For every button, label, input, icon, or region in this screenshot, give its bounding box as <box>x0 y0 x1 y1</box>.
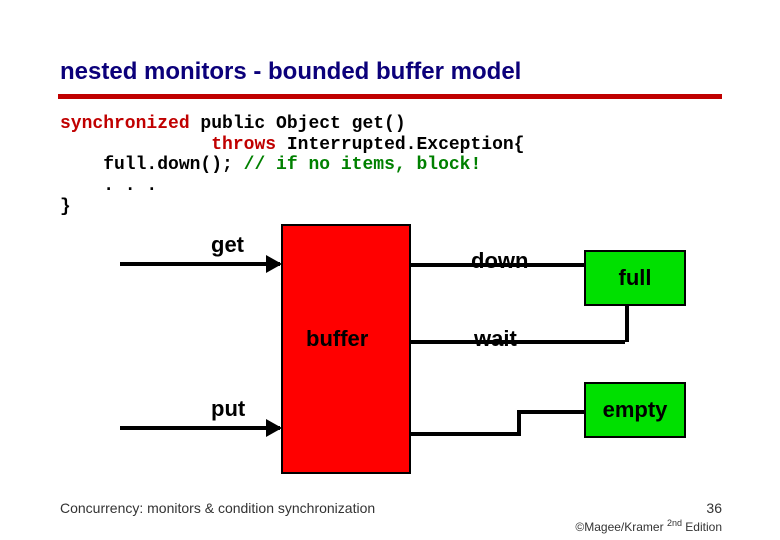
credit-edition: 2nd <box>667 518 682 528</box>
label-get: get <box>211 232 244 258</box>
code-text: Interrupted.Exception{ <box>276 135 524 155</box>
footer-topic: Concurrency: monitors & condition synchr… <box>60 500 375 516</box>
label-buffer: buffer <box>306 326 368 352</box>
label-wait: wait <box>474 326 517 352</box>
full-box: full <box>584 250 686 306</box>
connector-wait-horiz <box>411 340 625 344</box>
connector-empty-horiz1 <box>411 432 521 436</box>
keyword-throws: throws <box>211 135 276 155</box>
connector-down <box>411 263 584 267</box>
code-text: . . . <box>60 176 157 196</box>
code-text: public Object get() <box>190 114 406 134</box>
connector-empty-vert <box>517 410 521 434</box>
credit-prefix: ©Magee/Kramer <box>575 520 667 534</box>
arrow-put <box>120 426 280 430</box>
footer-credit: ©Magee/Kramer 2nd Edition <box>575 518 722 534</box>
connector-empty-horiz2 <box>517 410 584 414</box>
title-underline <box>58 94 722 99</box>
code-text: full.down(); <box>60 155 244 175</box>
label-down: down <box>471 248 528 274</box>
credit-suffix: Edition <box>682 520 722 534</box>
keyword-synchronized: synchronized <box>60 114 190 134</box>
code-block: synchronized public Object get() throws … <box>60 114 525 217</box>
slide-title: nested monitors - bounded buffer model <box>60 58 521 86</box>
code-text: } <box>60 197 71 217</box>
page-number: 36 <box>706 500 722 516</box>
empty-box: empty <box>584 382 686 438</box>
label-put: put <box>211 396 245 422</box>
connector-wait-vert <box>625 306 629 342</box>
code-comment: // if no items, block! <box>244 155 482 175</box>
arrow-get <box>120 262 280 266</box>
buffer-box <box>281 224 411 474</box>
